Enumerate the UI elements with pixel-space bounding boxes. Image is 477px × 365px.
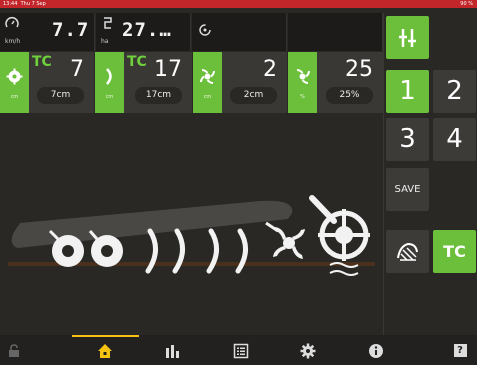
setting-unit: % bbox=[300, 94, 305, 100]
area-unit: ha bbox=[101, 38, 109, 45]
speed-readout: km/h 7.7 bbox=[0, 13, 95, 51]
setting-unit: cm bbox=[105, 94, 114, 100]
tine-icon bbox=[199, 68, 216, 85]
area-icon bbox=[101, 16, 115, 30]
speed-value: 7.7 bbox=[52, 19, 90, 41]
status-bar: 13:44 Thu 7 Sep 90 % bbox=[0, 0, 477, 8]
setting-value: 2 bbox=[263, 57, 277, 82]
setting-unit: cm bbox=[10, 94, 19, 100]
preset-button-1[interactable]: 1 bbox=[386, 70, 429, 113]
info-icon[interactable] bbox=[356, 335, 396, 365]
tc-label: TC bbox=[127, 54, 147, 70]
tc-button[interactable]: TC bbox=[433, 230, 476, 273]
rotation-readout bbox=[192, 13, 287, 51]
save-button[interactable]: SAVE bbox=[386, 168, 429, 211]
preset-button-4[interactable]: 4 bbox=[433, 118, 476, 161]
stats-row: km/h 7.7 ha 27.… bbox=[0, 13, 383, 51]
lock-icon[interactable] bbox=[0, 335, 34, 365]
setting-side: cm bbox=[0, 52, 29, 113]
settings-row: cm TC 7 7cm cm TC 17 17cm cm 2 2cm % 25 … bbox=[0, 52, 383, 113]
speed-unit: km/h bbox=[5, 38, 21, 45]
setting-seed-rate[interactable]: % 25 25% bbox=[288, 52, 383, 113]
setting-tine[interactable]: cm 2 2cm bbox=[193, 52, 287, 113]
rotate-icon bbox=[198, 23, 212, 37]
tc-label: TC bbox=[32, 54, 52, 70]
app: 13:44 Thu 7 Sep 90 % km/h 7.7 ha 27.… cm… bbox=[0, 0, 477, 365]
packer-wheel-icon bbox=[6, 68, 23, 85]
setting-pill: 17cm bbox=[135, 87, 182, 104]
list-icon[interactable] bbox=[221, 335, 261, 365]
setting-side: cm bbox=[95, 52, 124, 113]
setting-value: 7 bbox=[70, 57, 84, 82]
status-battery: 90 % bbox=[460, 1, 473, 7]
help-label: ? bbox=[453, 344, 467, 357]
machine-diagram bbox=[0, 113, 383, 335]
preset-button-2[interactable]: 2 bbox=[433, 70, 476, 113]
setting-unit: cm bbox=[203, 94, 212, 100]
seed-rate-icon bbox=[294, 68, 311, 85]
header-height-button[interactable] bbox=[386, 16, 429, 59]
setting-value: 17 bbox=[154, 57, 182, 82]
setting-value: 25 bbox=[345, 57, 373, 82]
setting-packer[interactable]: cm TC 7 7cm bbox=[0, 52, 94, 113]
home-icon[interactable] bbox=[85, 335, 125, 365]
setting-pill: 7cm bbox=[37, 87, 84, 104]
setting-disc[interactable]: cm TC 17 17cm bbox=[95, 52, 192, 113]
setting-side: % bbox=[288, 52, 317, 113]
disc-icon bbox=[101, 68, 118, 85]
setting-pill: 2cm bbox=[230, 87, 277, 104]
right-panel: 1 2 3 4 SAVE TC bbox=[383, 13, 477, 335]
gear-icon[interactable] bbox=[288, 335, 328, 365]
bottom-nav: ? bbox=[0, 335, 477, 365]
field-button[interactable] bbox=[386, 230, 429, 273]
area-readout: ha 27.… bbox=[96, 13, 191, 51]
area-value: 27.… bbox=[122, 19, 172, 41]
empty-readout bbox=[288, 13, 383, 51]
preset-button-3[interactable]: 3 bbox=[386, 118, 429, 161]
speed-gauge-icon bbox=[5, 16, 19, 30]
chart-icon[interactable] bbox=[152, 335, 192, 365]
help-icon[interactable]: ? bbox=[445, 335, 475, 365]
field-icon bbox=[397, 242, 418, 261]
header-height-icon bbox=[399, 29, 416, 47]
setting-side: cm bbox=[193, 52, 222, 113]
setting-pill: 25% bbox=[326, 87, 373, 104]
tine-icon bbox=[273, 227, 305, 259]
status-time: 13:44 Thu 7 Sep bbox=[3, 1, 46, 7]
